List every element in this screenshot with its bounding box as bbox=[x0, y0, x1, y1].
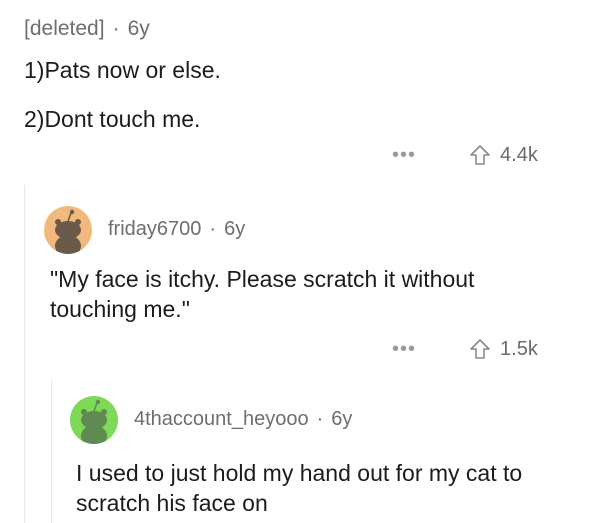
snoo-avatar-icon bbox=[55, 209, 81, 254]
thread-line-level-2[interactable] bbox=[51, 380, 52, 523]
upvote-count: 1.5k bbox=[500, 337, 538, 360]
comment-body-line-1: 1)Pats now or else. bbox=[24, 57, 221, 83]
comment-body-line-2: 2)Dont touch me. bbox=[24, 106, 201, 132]
upvote-count: 4.4k bbox=[500, 143, 538, 166]
upvote-button[interactable]: 1.5k bbox=[468, 337, 538, 361]
more-options-button[interactable]: ••• bbox=[392, 339, 416, 359]
author-name[interactable]: 4thaccount_heyooo bbox=[134, 408, 309, 431]
comment-actions: ••• 1.5k bbox=[392, 334, 538, 364]
author-name[interactable]: friday6700 bbox=[108, 218, 201, 241]
snoo-avatar-icon bbox=[81, 399, 107, 444]
thread-line-level-1[interactable] bbox=[24, 185, 25, 523]
comment-actions: ••• 4.4k bbox=[392, 140, 538, 170]
comment-body: I used to just hold my hand out for my c… bbox=[76, 460, 523, 516]
comment-header: 4thaccount_heyooo · 6y bbox=[134, 404, 352, 434]
avatar[interactable] bbox=[44, 206, 92, 254]
avatar[interactable] bbox=[70, 396, 118, 444]
comment-age: 6y bbox=[127, 17, 150, 40]
upvote-icon bbox=[470, 145, 490, 165]
comment-body: "My face is itchy. Please scratch it wit… bbox=[50, 266, 475, 322]
upvote-icon bbox=[470, 339, 490, 359]
author-name: [deleted] bbox=[24, 17, 105, 40]
meta-separator: · bbox=[112, 17, 120, 40]
more-options-button[interactable]: ••• bbox=[392, 145, 416, 165]
comment-age: 6y bbox=[224, 217, 246, 240]
comment-header: friday6700 · 6y bbox=[108, 214, 245, 244]
comment-age: 6y bbox=[331, 407, 353, 430]
comment-header: [deleted] · 6y bbox=[24, 12, 150, 46]
upvote-button[interactable]: 4.4k bbox=[468, 143, 538, 167]
meta-separator: · bbox=[316, 407, 324, 430]
meta-separator: · bbox=[209, 217, 217, 240]
